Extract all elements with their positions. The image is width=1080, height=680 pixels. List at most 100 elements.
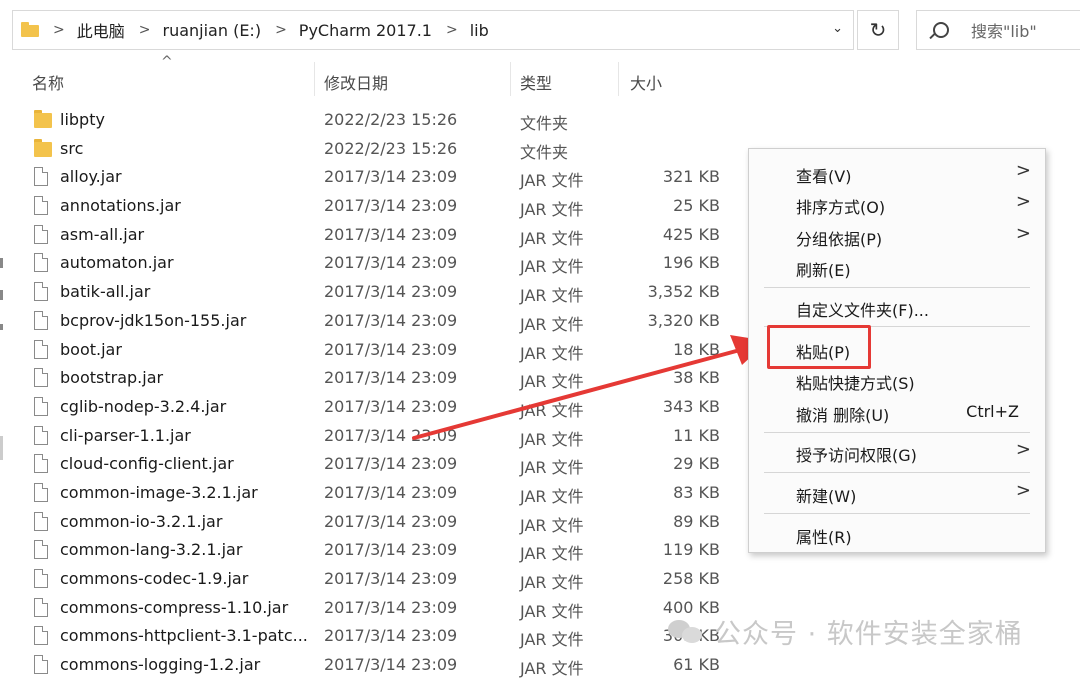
- file-date: 2017/3/14 23:09: [324, 511, 458, 531]
- column-header-name[interactable]: 名称: [32, 70, 64, 94]
- menu-item-paste-shortcut[interactable]: 粘贴快捷方式(S): [796, 370, 915, 394]
- file-type: JAR 文件: [520, 171, 584, 191]
- file-size: 25 KB: [673, 196, 720, 216]
- search-box[interactable]: 搜索"lib": [916, 10, 1080, 50]
- breadcrumb-this-pc[interactable]: 此电脑: [77, 18, 125, 42]
- file-date: 2017/3/14 23:09: [324, 310, 458, 330]
- file-type: JAR 文件: [520, 400, 584, 420]
- file-type: JAR 文件: [520, 429, 584, 449]
- file-name: annotations.jar: [60, 196, 181, 216]
- file-row[interactable]: common-io-3.2.1.jar 2017/3/14 23:09 JAR 文件…: [0, 508, 740, 537]
- file-size: 61 KB: [673, 655, 720, 675]
- file-size: 3,320 KB: [647, 310, 720, 330]
- file-type: JAR 文件: [520, 601, 584, 621]
- column-divider[interactable]: [618, 62, 619, 96]
- file-size: 29 KB: [673, 454, 720, 474]
- breadcrumb-drive[interactable]: ruanjian (E:): [162, 21, 261, 40]
- breadcrumb-separator: >: [53, 22, 65, 38]
- file-row[interactable]: libpty 2022/2/23 15:26 文件夹: [0, 106, 740, 135]
- file-name: alloy.jar: [60, 167, 122, 187]
- file-row[interactable]: commons-logging-1.2.jar 2017/3/14 23:09 JA…: [0, 651, 740, 680]
- breadcrumb-separator: >: [275, 22, 287, 38]
- file-icon: [34, 339, 48, 359]
- menu-item-customize-folder[interactable]: 自定义文件夹(F)...: [796, 297, 929, 321]
- file-date: 2017/3/14 23:09: [324, 196, 458, 216]
- file-date: 2022/2/23 15:26: [324, 138, 458, 158]
- column-header-size[interactable]: 大小: [630, 70, 662, 94]
- menu-divider: [764, 432, 1030, 433]
- file-size: 258 KB: [662, 569, 720, 588]
- file-row[interactable]: automaton.jar 2017/3/14 23:09 JAR 文件 196 KB: [0, 249, 740, 278]
- file-date: 2017/3/14 23:09: [324, 282, 458, 302]
- file-row[interactable]: commons-httpclient-3.1-patc... 2017/3/14 …: [0, 622, 740, 651]
- file-date: 2017/3/14 23:09: [324, 253, 458, 273]
- breadcrumb-pycharm[interactable]: PyCharm 2017.1: [299, 21, 432, 40]
- file-row[interactable]: common-image-3.2.1.jar 2017/3/14 23:09 JAR…: [0, 479, 740, 508]
- file-type: JAR 文件: [520, 515, 584, 535]
- chevron-right-icon: >: [1015, 160, 1031, 181]
- file-name: cglib-nodep-3.2.4.jar: [60, 396, 227, 416]
- file-date: 2017/3/14 23:09: [324, 224, 458, 244]
- file-type: JAR 文件: [520, 372, 584, 392]
- chevron-right-icon: >: [1015, 191, 1031, 212]
- file-name: common-image-3.2.1.jar: [60, 482, 258, 502]
- undo-shortcut-hint: Ctrl+Z: [966, 402, 1019, 421]
- column-divider[interactable]: [314, 62, 315, 96]
- paste-highlight-box: [767, 325, 871, 369]
- column-header-type[interactable]: 类型: [520, 70, 552, 94]
- file-type: JAR 文件: [520, 257, 584, 277]
- file-row[interactable]: annotations.jar 2017/3/14 23:09 JAR 文件 25 K…: [0, 192, 740, 221]
- file-icon: [34, 368, 48, 388]
- file-icon: [34, 540, 48, 560]
- file-size: 38 KB: [673, 368, 720, 388]
- file-row[interactable]: cglib-nodep-3.2.4.jar 2017/3/14 23:09 JAR …: [0, 393, 740, 422]
- file-type: 文件夹: [520, 114, 569, 133]
- file-row[interactable]: cloud-config-client.jar 2017/3/14 23:09 JA…: [0, 450, 740, 479]
- file-size: 3,352 KB: [647, 282, 720, 302]
- menu-divider: [764, 472, 1030, 473]
- file-row[interactable]: src 2022/2/23 15:26 文件夹: [0, 135, 740, 164]
- menu-item-properties[interactable]: 属性(R): [796, 524, 852, 548]
- file-type: JAR 文件: [520, 286, 584, 306]
- file-name: commons-logging-1.2.jar: [60, 655, 261, 675]
- file-type: JAR 文件: [520, 573, 584, 592]
- menu-item-grant-access[interactable]: 授予访问权限(G): [796, 442, 917, 466]
- chevron-right-icon: >: [1015, 223, 1031, 244]
- file-row[interactable]: common-lang-3.2.1.jar 2017/3/14 23:09 JAR …: [0, 536, 740, 565]
- file-row[interactable]: cli-parser-1.1.jar 2017/3/14 23:09 JAR 文件 1…: [0, 422, 740, 451]
- file-row[interactable]: commons-compress-1.10.jar 2017/3/14 23:09…: [0, 594, 740, 623]
- breadcrumb-lib[interactable]: lib: [470, 21, 489, 40]
- column-header-date[interactable]: 修改日期: [324, 70, 388, 94]
- file-row[interactable]: alloy.jar 2017/3/14 23:09 JAR 文件 321 KB: [0, 163, 740, 192]
- address-bar[interactable]: > 此电脑 > ruanjian (E:) > PyCharm 2017.1 >…: [12, 10, 854, 50]
- menu-item-undo-delete[interactable]: 撤消 删除(U): [796, 402, 889, 426]
- file-row[interactable]: bcprov-jdk15on-155.jar 2017/3/14 23:09 JAR…: [0, 307, 740, 336]
- file-icon: [34, 569, 48, 588]
- menu-item-refresh[interactable]: 刷新(E): [796, 257, 851, 281]
- file-type: JAR 文件: [520, 486, 584, 506]
- menu-item-group[interactable]: 分组依据(P): [796, 226, 882, 250]
- column-divider[interactable]: [510, 62, 511, 96]
- sort-indicator-icon: ^: [161, 54, 173, 70]
- file-size: 343 KB: [662, 396, 720, 416]
- file-name: commons-codec-1.9.jar: [60, 569, 249, 588]
- file-name: common-io-3.2.1.jar: [60, 511, 223, 531]
- file-row[interactable]: boot.jar 2017/3/14 23:09 JAR 文件 18 KB: [0, 336, 740, 365]
- refresh-button[interactable]: ↻: [857, 10, 899, 50]
- file-row[interactable]: asm-all.jar 2017/3/14 23:09 JAR 文件 425 KB: [0, 221, 740, 250]
- file-row[interactable]: batik-all.jar 2017/3/14 23:09 JAR 文件 3,352 …: [0, 278, 740, 307]
- context-menu: 查看(V) > 排序方式(O) > 分组依据(P) > 刷新(E) 自定义文件夹…: [748, 148, 1046, 553]
- file-date: 2017/3/14 23:09: [324, 339, 458, 359]
- file-name: asm-all.jar: [60, 224, 145, 244]
- chevron-right-icon: >: [1015, 480, 1031, 501]
- menu-item-sort[interactable]: 排序方式(O): [796, 194, 885, 218]
- file-row[interactable]: bootstrap.jar 2017/3/14 23:09 JAR 文件 38 KB: [0, 364, 740, 393]
- file-date: 2017/3/14 23:09: [324, 396, 458, 416]
- file-type: JAR 文件: [520, 228, 584, 248]
- menu-item-view[interactable]: 查看(V): [796, 163, 851, 187]
- file-icon: [34, 310, 48, 330]
- file-row[interactable]: commons-codec-1.9.jar 2017/3/14 23:09 JAR …: [0, 565, 740, 594]
- file-date: 2017/3/14 23:09: [324, 425, 458, 445]
- menu-item-new[interactable]: 新建(W): [796, 483, 856, 507]
- chevron-down-icon[interactable]: ⌄: [832, 21, 843, 36]
